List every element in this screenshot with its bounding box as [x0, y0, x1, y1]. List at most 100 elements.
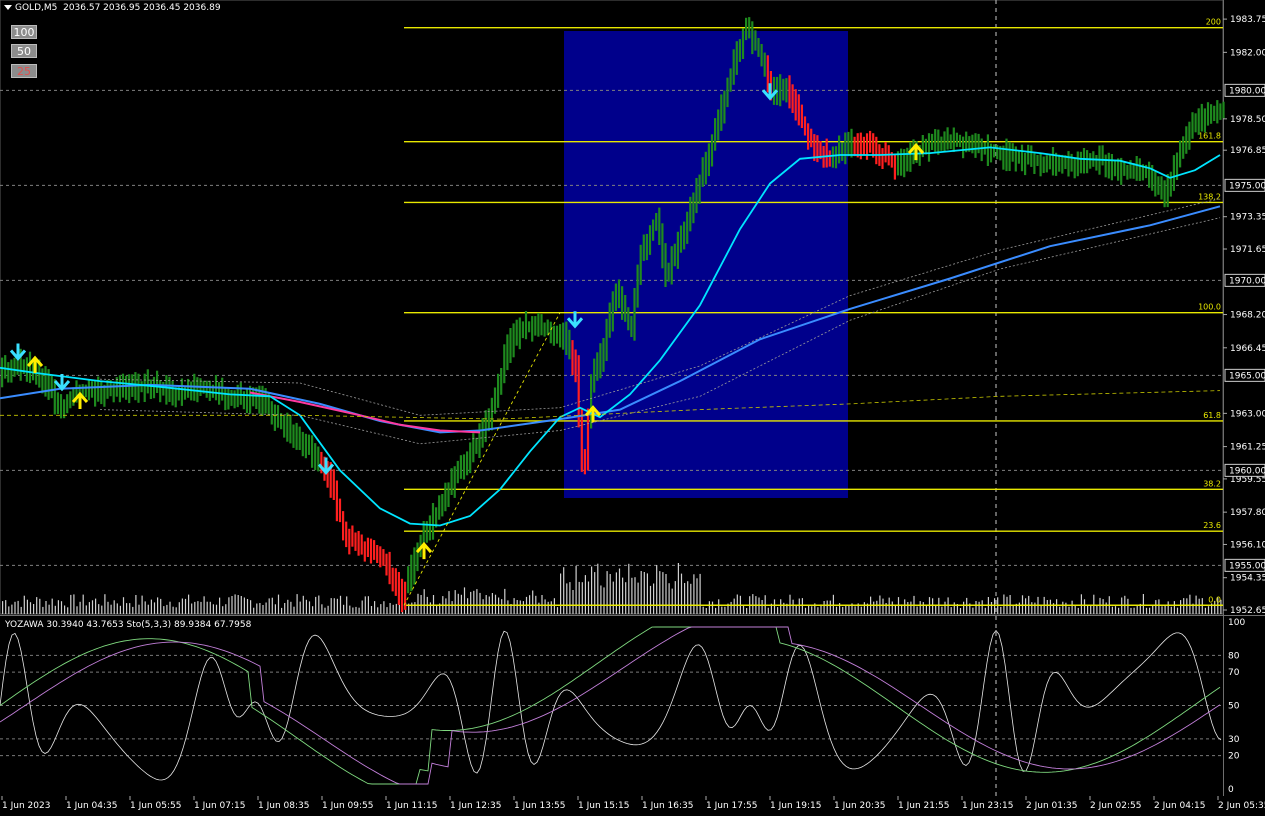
price-bar — [617, 279, 621, 309]
volume-bar — [116, 603, 118, 614]
price-bar — [84, 384, 87, 398]
time-tick-label: 1 Jun 15:15 — [578, 801, 629, 811]
volume-bar — [358, 607, 360, 614]
price-bar — [100, 381, 103, 405]
volume-bar — [436, 605, 438, 614]
volume-bar — [1065, 602, 1067, 614]
volume-bar — [194, 601, 196, 614]
round-level-label: 1975.00 — [1229, 181, 1265, 191]
time-tick-label: 1 Jun 09:55 — [322, 801, 373, 811]
level-button-50[interactable]: 50 — [11, 44, 37, 58]
volume-bar — [160, 598, 162, 614]
symbol-label: GOLD,M5 — [15, 3, 58, 13]
price-bar — [1073, 158, 1076, 179]
price-bar — [528, 321, 531, 333]
time-tick-label: 2 Jun 02:55 — [1090, 801, 1141, 811]
price-bar — [670, 246, 673, 285]
volume-bar — [70, 594, 72, 614]
volume-bar — [163, 606, 165, 614]
price-bar — [698, 174, 701, 204]
volume-bar — [370, 606, 373, 614]
volume-bar — [665, 574, 667, 614]
session-box — [564, 31, 848, 498]
price-bar — [862, 136, 865, 156]
volume-bar — [742, 605, 745, 614]
volume-bar — [854, 606, 856, 614]
price-bar — [667, 262, 670, 282]
price-bar — [893, 153, 896, 180]
price-bar — [286, 412, 289, 442]
volume-bar — [643, 572, 645, 614]
price-bar — [599, 343, 602, 379]
price-bar — [760, 44, 763, 67]
price-bar — [25, 357, 28, 382]
price-bar — [512, 323, 515, 358]
price-bar — [872, 133, 875, 158]
volume-bar — [271, 597, 273, 614]
volume-bar — [615, 572, 617, 614]
volume-bar — [287, 599, 289, 614]
volume-bar — [516, 600, 518, 614]
price-bar — [1163, 180, 1166, 208]
price-bar — [602, 338, 605, 372]
price-bar — [1200, 103, 1203, 132]
dropdown-triangle-icon[interactable] — [4, 5, 12, 10]
time-tick-label: 1 Jun 20:35 — [834, 801, 885, 811]
volume-bar — [315, 596, 317, 614]
volume-bar — [798, 598, 800, 614]
volume-bar — [333, 598, 335, 614]
volume-bar — [978, 601, 980, 614]
volume-bar — [82, 594, 84, 614]
price-chart[interactable]: 200161.8138.2100.061.838.223.60.01983.75… — [0, 0, 1265, 812]
time-tick-label: 1 Jun 07:15 — [194, 801, 245, 811]
price-bar — [72, 387, 75, 406]
volume-bar — [448, 591, 450, 614]
volume-bar — [845, 606, 847, 614]
volume-bar — [367, 596, 369, 614]
volume-bar — [1155, 600, 1157, 614]
volume-bar — [594, 572, 596, 614]
price-bar — [481, 418, 484, 448]
volume-bar — [352, 607, 354, 614]
volume-bar — [668, 583, 670, 614]
volume-bar — [197, 601, 199, 614]
volume-bar — [138, 604, 140, 614]
volume-bar — [153, 602, 156, 614]
price-bar — [1154, 171, 1157, 197]
price-bar — [394, 568, 397, 596]
price-tick-label: 1983.75 — [1230, 15, 1265, 25]
price-bar — [338, 498, 342, 523]
level-button-100[interactable]: 100 — [11, 25, 37, 39]
price-bar — [56, 392, 59, 414]
price-bar — [673, 243, 676, 267]
volume-bar — [556, 607, 559, 614]
volume-bar — [575, 565, 577, 614]
volume-bar — [308, 601, 311, 614]
price-bar — [1203, 108, 1206, 133]
volume-bar — [411, 602, 413, 614]
volume-bar — [200, 601, 202, 614]
volume-bar — [330, 598, 332, 614]
volume-bar — [606, 571, 608, 614]
chart-window[interactable]: 200 161.8 138.2 100.0 61.8 38.2 23.6 0.0 1983.75… — [0, 0, 1265, 812]
price-bar — [307, 434, 311, 455]
price-tick-label: 1956.10 — [1230, 540, 1265, 550]
volume-bar — [1059, 606, 1061, 614]
price-bar — [540, 314, 543, 336]
price-bar — [249, 385, 252, 414]
price-bar — [552, 325, 555, 346]
price-bar — [1051, 147, 1055, 176]
price-tick-label: 1976.85 — [1230, 146, 1265, 156]
price-bar — [1166, 174, 1169, 208]
volume-bar — [268, 598, 270, 614]
price-bar — [741, 28, 745, 59]
price-bar — [559, 324, 562, 348]
price-bar — [1188, 121, 1191, 150]
volume-bar — [122, 597, 125, 614]
volume-bar — [57, 600, 59, 614]
price-bar — [701, 157, 704, 187]
level-button-25[interactable]: 25 — [11, 64, 37, 78]
price-bar — [1061, 154, 1064, 174]
price-bar — [103, 384, 106, 407]
indicator-level-label: 80 — [1228, 651, 1240, 661]
